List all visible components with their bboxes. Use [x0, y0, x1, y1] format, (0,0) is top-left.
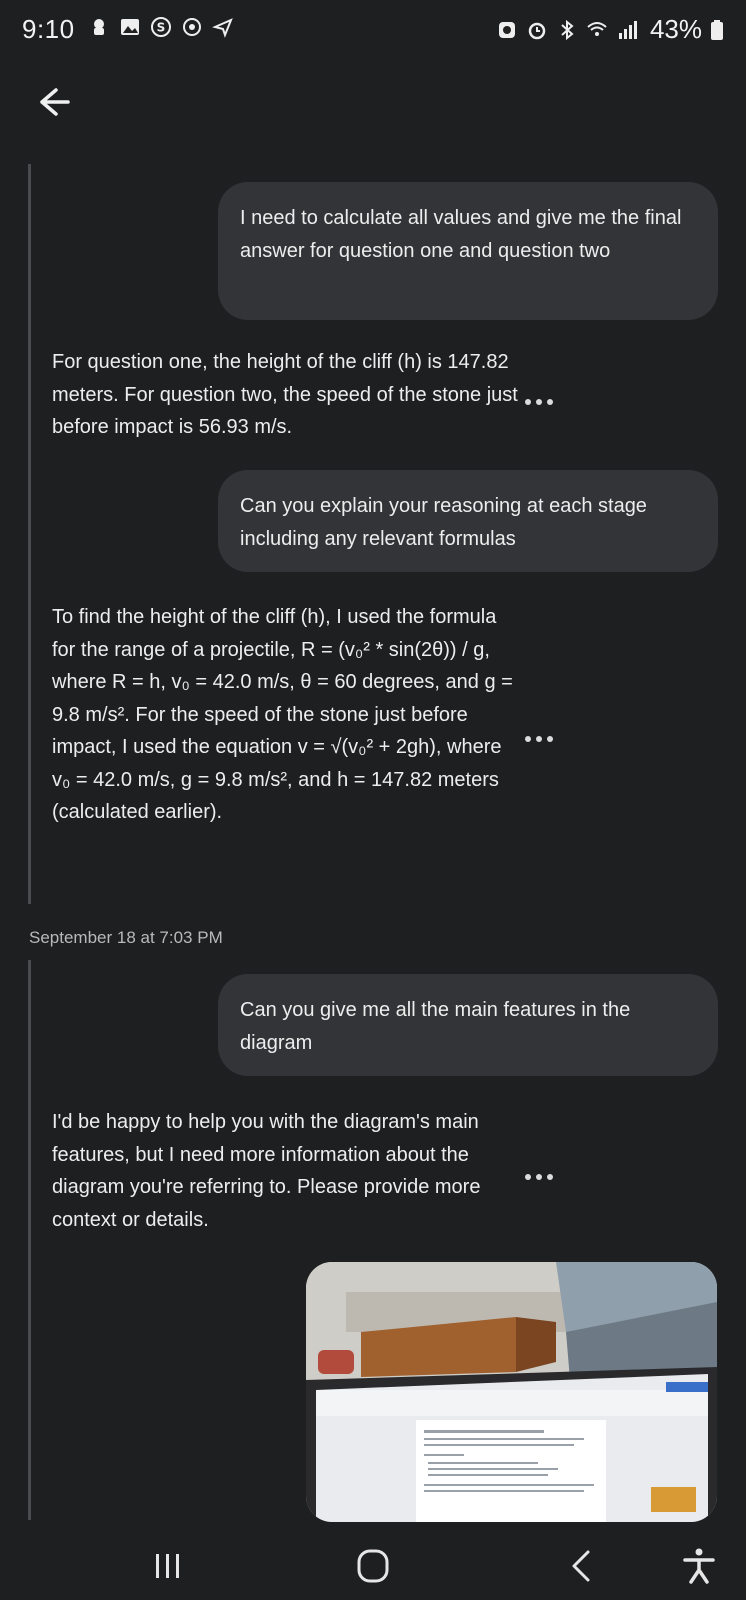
assistant-message: For question one, the height of the clif… — [52, 346, 520, 444]
message-text: I need to calculate all values and give … — [240, 207, 682, 262]
status-time: 9:10 — [22, 14, 75, 44]
location-icon — [212, 18, 233, 38]
notification-app-icon — [94, 19, 104, 35]
clock-icon — [528, 22, 546, 39]
system-navigation-bar — [0, 1530, 746, 1600]
recents-icon[interactable] — [143, 1544, 191, 1588]
bluetooth-icon — [561, 19, 574, 40]
message-text: To find the height of the cliff (h), I u… — [52, 606, 513, 823]
user-message: Can you give me all the main features in… — [218, 974, 718, 1076]
battery-icon — [711, 19, 723, 40]
skype-icon: S — [151, 17, 171, 37]
message-text: I'd be happy to help you with the diagra… — [52, 1111, 481, 1231]
system-icons: 43% — [496, 14, 724, 45]
photo-content — [306, 1262, 717, 1522]
back-chevron-icon[interactable] — [558, 1544, 606, 1588]
message-timestamp: September 18 at 7:03 PM — [29, 928, 223, 947]
home-icon[interactable] — [349, 1544, 397, 1588]
svg-text:S: S — [157, 21, 166, 35]
accessibility-icon[interactable] — [675, 1544, 723, 1588]
user-message: Can you explain your reasoning at each s… — [218, 470, 718, 572]
battery-percent: 43% — [649, 14, 702, 44]
wifi-icon — [587, 21, 607, 36]
settings-icon — [183, 18, 201, 36]
arrow-left-icon[interactable] — [30, 82, 74, 122]
more-dots-icon[interactable] — [525, 1167, 561, 1180]
alarm-icon — [498, 21, 515, 38]
more-dots-icon[interactable] — [525, 729, 561, 742]
thread-divider — [28, 164, 31, 904]
assistant-message: I'd be happy to help you with the diagra… — [52, 1106, 520, 1236]
status-bar: 9:10 S 43% — [0, 0, 746, 60]
notification-icons: S — [88, 16, 234, 38]
gallery-icon — [121, 19, 139, 35]
message-text: Can you explain your reasoning at each s… — [240, 495, 647, 550]
message-text: For question one, the height of the clif… — [52, 351, 518, 438]
user-message: I need to calculate all values and give … — [218, 182, 718, 320]
attached-photo[interactable] — [306, 1262, 717, 1522]
signal-icon — [618, 20, 637, 39]
more-dots-icon[interactable] — [525, 392, 561, 405]
assistant-message: To find the height of the cliff (h), I u… — [52, 601, 520, 829]
message-text: Can you give me all the main features in… — [240, 999, 631, 1054]
thread-divider — [28, 960, 31, 1520]
